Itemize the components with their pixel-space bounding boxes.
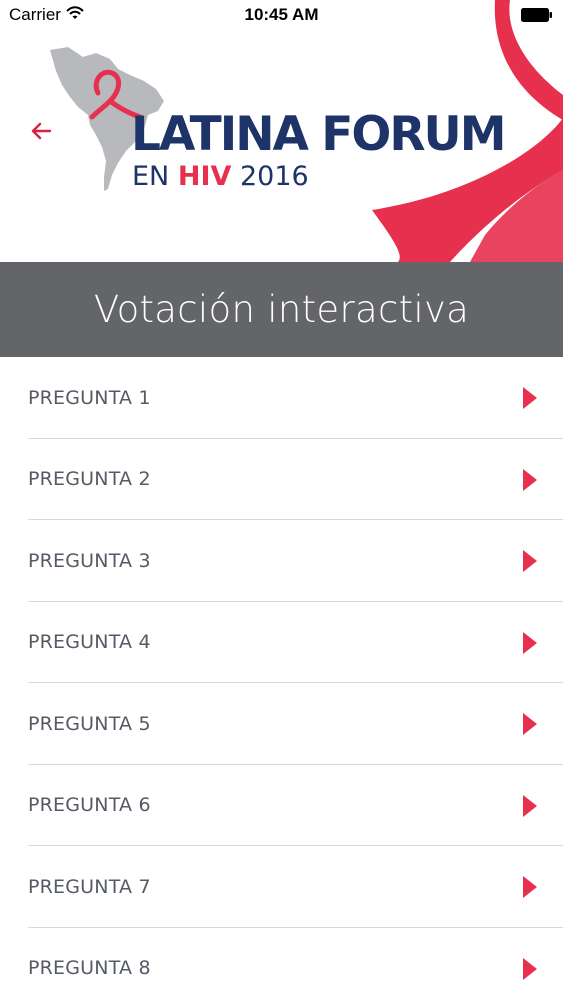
chevron-right-icon bbox=[523, 876, 537, 898]
question-label: PREGUNTA 5 bbox=[28, 712, 151, 735]
question-label: PREGUNTA 4 bbox=[28, 631, 151, 654]
question-item-2[interactable]: PREGUNTA 2 bbox=[0, 439, 563, 520]
chevron-right-icon bbox=[523, 631, 537, 654]
section-title-banner: Votación interactiva bbox=[0, 262, 563, 357]
status-time: 10:45 AM bbox=[244, 5, 319, 24]
question-item-4[interactable]: PREGUNTA 4 bbox=[0, 602, 563, 683]
header: LATINA FORUM EN HIV 2016 bbox=[0, 0, 563, 262]
status-bar: Carrier 10:45 AM bbox=[0, 0, 563, 30]
arrow-left-icon bbox=[31, 122, 52, 140]
chevron-right-icon bbox=[523, 550, 537, 572]
question-item-5[interactable]: PREGUNTA 5 bbox=[0, 683, 563, 765]
question-label: PREGUNTA 2 bbox=[28, 468, 151, 491]
question-item-3[interactable]: PREGUNTA 3 bbox=[0, 520, 563, 602]
chevron-right-icon bbox=[523, 957, 537, 980]
question-item-8[interactable]: PREGUNTA 8 bbox=[0, 928, 563, 1000]
question-label: PREGUNTA 6 bbox=[28, 794, 151, 817]
logo-sub-year: 2016 bbox=[231, 161, 309, 192]
chevron-right-icon bbox=[523, 794, 537, 817]
logo-subtitle: EN HIV 2016 bbox=[132, 163, 309, 190]
question-item-1[interactable]: PREGUNTA 1 bbox=[0, 357, 563, 439]
app-screen: LATINA FORUM EN HIV 2016 Carrier 10:45 A… bbox=[0, 0, 563, 1000]
back-button[interactable] bbox=[24, 114, 58, 148]
battery-icon bbox=[521, 8, 552, 22]
logo-title: LATINA FORUM bbox=[131, 107, 506, 162]
question-list: PREGUNTA 1 PREGUNTA 2 PREGUNTA 3 PREGUNT… bbox=[0, 357, 563, 1000]
chevron-right-icon bbox=[523, 468, 537, 491]
question-label: PREGUNTA 8 bbox=[28, 957, 151, 980]
question-label: PREGUNTA 1 bbox=[28, 386, 151, 409]
chevron-right-icon bbox=[523, 713, 537, 735]
question-item-6[interactable]: PREGUNTA 6 bbox=[0, 765, 563, 846]
logo-sub-prefix: EN bbox=[132, 161, 178, 192]
question-item-7[interactable]: PREGUNTA 7 bbox=[0, 846, 563, 928]
logo-sub-hiv: HIV bbox=[177, 161, 232, 192]
question-label: PREGUNTA 3 bbox=[28, 549, 151, 572]
question-label: PREGUNTA 7 bbox=[28, 875, 151, 898]
chevron-right-icon bbox=[523, 387, 537, 409]
